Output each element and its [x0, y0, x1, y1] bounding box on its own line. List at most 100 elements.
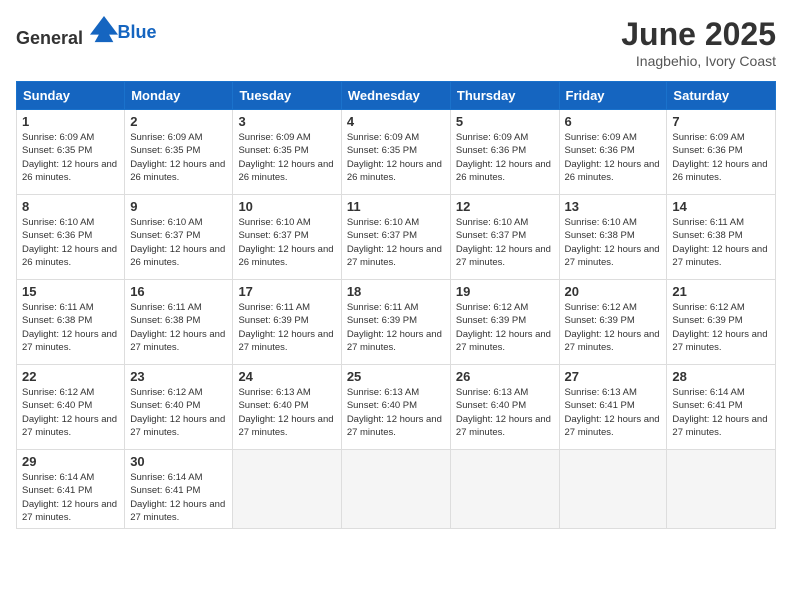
logo-icon: [90, 16, 118, 44]
table-row: 2 Sunrise: 6:09 AMSunset: 6:35 PMDayligh…: [125, 110, 233, 195]
day-info: Sunrise: 6:10 AMSunset: 6:37 PMDaylight:…: [456, 216, 554, 269]
day-number: 3: [238, 114, 335, 129]
table-row: 4 Sunrise: 6:09 AMSunset: 6:35 PMDayligh…: [341, 110, 450, 195]
logo-general: General: [16, 28, 83, 48]
table-row: [341, 450, 450, 529]
day-number: 12: [456, 199, 554, 214]
day-info: Sunrise: 6:09 AMSunset: 6:36 PMDaylight:…: [672, 131, 770, 184]
day-info: Sunrise: 6:12 AMSunset: 6:39 PMDaylight:…: [456, 301, 554, 354]
calendar-week-row: 22 Sunrise: 6:12 AMSunset: 6:40 PMDaylig…: [17, 365, 776, 450]
day-info: Sunrise: 6:13 AMSunset: 6:40 PMDaylight:…: [456, 386, 554, 439]
table-row: 29 Sunrise: 6:14 AMSunset: 6:41 PMDaylig…: [17, 450, 125, 529]
table-row: 23 Sunrise: 6:12 AMSunset: 6:40 PMDaylig…: [125, 365, 233, 450]
day-info: Sunrise: 6:14 AMSunset: 6:41 PMDaylight:…: [672, 386, 770, 439]
calendar-week-row: 1 Sunrise: 6:09 AMSunset: 6:35 PMDayligh…: [17, 110, 776, 195]
page-header: General Blue June 2025 Inagbehio, Ivory …: [16, 16, 776, 69]
day-info: Sunrise: 6:12 AMSunset: 6:40 PMDaylight:…: [22, 386, 119, 439]
table-row: 11 Sunrise: 6:10 AMSunset: 6:37 PMDaylig…: [341, 195, 450, 280]
day-info: Sunrise: 6:11 AMSunset: 6:39 PMDaylight:…: [347, 301, 445, 354]
day-info: Sunrise: 6:14 AMSunset: 6:41 PMDaylight:…: [130, 471, 227, 524]
calendar-week-row: 15 Sunrise: 6:11 AMSunset: 6:38 PMDaylig…: [17, 280, 776, 365]
table-row: [559, 450, 667, 529]
col-tuesday: Tuesday: [233, 82, 341, 110]
day-info: Sunrise: 6:09 AMSunset: 6:36 PMDaylight:…: [456, 131, 554, 184]
day-number: 30: [130, 454, 227, 469]
table-row: 28 Sunrise: 6:14 AMSunset: 6:41 PMDaylig…: [667, 365, 776, 450]
logo: General Blue: [16, 16, 157, 49]
table-row: 15 Sunrise: 6:11 AMSunset: 6:38 PMDaylig…: [17, 280, 125, 365]
col-saturday: Saturday: [667, 82, 776, 110]
table-row: 13 Sunrise: 6:10 AMSunset: 6:38 PMDaylig…: [559, 195, 667, 280]
logo-blue: Blue: [118, 22, 157, 42]
table-row: 27 Sunrise: 6:13 AMSunset: 6:41 PMDaylig…: [559, 365, 667, 450]
col-wednesday: Wednesday: [341, 82, 450, 110]
day-info: Sunrise: 6:10 AMSunset: 6:37 PMDaylight:…: [130, 216, 227, 269]
table-row: 21 Sunrise: 6:12 AMSunset: 6:39 PMDaylig…: [667, 280, 776, 365]
day-info: Sunrise: 6:11 AMSunset: 6:38 PMDaylight:…: [672, 216, 770, 269]
day-number: 28: [672, 369, 770, 384]
day-info: Sunrise: 6:09 AMSunset: 6:36 PMDaylight:…: [565, 131, 662, 184]
table-row: 9 Sunrise: 6:10 AMSunset: 6:37 PMDayligh…: [125, 195, 233, 280]
day-number: 26: [456, 369, 554, 384]
day-number: 24: [238, 369, 335, 384]
day-number: 10: [238, 199, 335, 214]
calendar-week-row: 8 Sunrise: 6:10 AMSunset: 6:36 PMDayligh…: [17, 195, 776, 280]
table-row: [667, 450, 776, 529]
day-number: 23: [130, 369, 227, 384]
table-row: 26 Sunrise: 6:13 AMSunset: 6:40 PMDaylig…: [450, 365, 559, 450]
day-info: Sunrise: 6:09 AMSunset: 6:35 PMDaylight:…: [130, 131, 227, 184]
table-row: 20 Sunrise: 6:12 AMSunset: 6:39 PMDaylig…: [559, 280, 667, 365]
table-row: 22 Sunrise: 6:12 AMSunset: 6:40 PMDaylig…: [17, 365, 125, 450]
day-number: 17: [238, 284, 335, 299]
table-row: 7 Sunrise: 6:09 AMSunset: 6:36 PMDayligh…: [667, 110, 776, 195]
table-row: [233, 450, 341, 529]
day-number: 7: [672, 114, 770, 129]
month-title: June 2025: [621, 16, 776, 53]
table-row: 14 Sunrise: 6:11 AMSunset: 6:38 PMDaylig…: [667, 195, 776, 280]
day-info: Sunrise: 6:10 AMSunset: 6:36 PMDaylight:…: [22, 216, 119, 269]
day-info: Sunrise: 6:10 AMSunset: 6:37 PMDaylight:…: [347, 216, 445, 269]
day-info: Sunrise: 6:11 AMSunset: 6:39 PMDaylight:…: [238, 301, 335, 354]
table-row: 18 Sunrise: 6:11 AMSunset: 6:39 PMDaylig…: [341, 280, 450, 365]
day-info: Sunrise: 6:14 AMSunset: 6:41 PMDaylight:…: [22, 471, 119, 524]
table-row: 25 Sunrise: 6:13 AMSunset: 6:40 PMDaylig…: [341, 365, 450, 450]
day-number: 18: [347, 284, 445, 299]
day-number: 5: [456, 114, 554, 129]
day-number: 27: [565, 369, 662, 384]
day-number: 14: [672, 199, 770, 214]
table-row: 17 Sunrise: 6:11 AMSunset: 6:39 PMDaylig…: [233, 280, 341, 365]
table-row: 1 Sunrise: 6:09 AMSunset: 6:35 PMDayligh…: [17, 110, 125, 195]
day-info: Sunrise: 6:12 AMSunset: 6:39 PMDaylight:…: [565, 301, 662, 354]
day-number: 19: [456, 284, 554, 299]
day-number: 2: [130, 114, 227, 129]
title-area: June 2025 Inagbehio, Ivory Coast: [621, 16, 776, 69]
day-info: Sunrise: 6:09 AMSunset: 6:35 PMDaylight:…: [22, 131, 119, 184]
day-number: 21: [672, 284, 770, 299]
day-number: 22: [22, 369, 119, 384]
table-row: 6 Sunrise: 6:09 AMSunset: 6:36 PMDayligh…: [559, 110, 667, 195]
table-row: 8 Sunrise: 6:10 AMSunset: 6:36 PMDayligh…: [17, 195, 125, 280]
day-number: 9: [130, 199, 227, 214]
table-row: 10 Sunrise: 6:10 AMSunset: 6:37 PMDaylig…: [233, 195, 341, 280]
day-info: Sunrise: 6:13 AMSunset: 6:41 PMDaylight:…: [565, 386, 662, 439]
day-number: 6: [565, 114, 662, 129]
table-row: 30 Sunrise: 6:14 AMSunset: 6:41 PMDaylig…: [125, 450, 233, 529]
table-row: 16 Sunrise: 6:11 AMSunset: 6:38 PMDaylig…: [125, 280, 233, 365]
day-number: 11: [347, 199, 445, 214]
table-row: 12 Sunrise: 6:10 AMSunset: 6:37 PMDaylig…: [450, 195, 559, 280]
day-number: 16: [130, 284, 227, 299]
table-row: [450, 450, 559, 529]
calendar-week-row: 29 Sunrise: 6:14 AMSunset: 6:41 PMDaylig…: [17, 450, 776, 529]
day-number: 8: [22, 199, 119, 214]
col-monday: Monday: [125, 82, 233, 110]
table-row: 5 Sunrise: 6:09 AMSunset: 6:36 PMDayligh…: [450, 110, 559, 195]
day-number: 13: [565, 199, 662, 214]
day-info: Sunrise: 6:13 AMSunset: 6:40 PMDaylight:…: [238, 386, 335, 439]
calendar-header-row: Sunday Monday Tuesday Wednesday Thursday…: [17, 82, 776, 110]
day-info: Sunrise: 6:10 AMSunset: 6:37 PMDaylight:…: [238, 216, 335, 269]
col-friday: Friday: [559, 82, 667, 110]
calendar-table: Sunday Monday Tuesday Wednesday Thursday…: [16, 81, 776, 529]
table-row: 24 Sunrise: 6:13 AMSunset: 6:40 PMDaylig…: [233, 365, 341, 450]
day-number: 4: [347, 114, 445, 129]
day-info: Sunrise: 6:10 AMSunset: 6:38 PMDaylight:…: [565, 216, 662, 269]
